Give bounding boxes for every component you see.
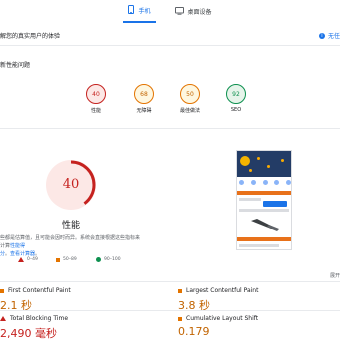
screenshot-deco bbox=[257, 157, 260, 160]
category-best-practices[interactable]: 50 最佳做法 bbox=[170, 84, 210, 114]
performance-description: 些都是估算值，且可能会因时而异。系统会直接根据这些指标来计算性能得 分。查看计算… bbox=[0, 234, 142, 258]
screenshot-icon-row bbox=[239, 180, 291, 185]
metric-cls-value: 0.179 bbox=[178, 325, 210, 338]
legend-good-range: 90–100 bbox=[104, 257, 121, 262]
metric-lcp-label: Largest Contentful Paint bbox=[186, 287, 259, 294]
screenshot-line bbox=[239, 244, 279, 247]
average-square-icon bbox=[178, 316, 182, 321]
score-link[interactable]: 性能得 bbox=[10, 243, 25, 249]
tab-desktop-label: 桌面设备 bbox=[187, 9, 212, 16]
legend-good: 90–100 bbox=[96, 257, 121, 262]
category-accessibility[interactable]: 68 无障碍 bbox=[124, 84, 164, 114]
average-square-icon bbox=[178, 288, 182, 293]
metric-fcp-label: First Contentful Paint bbox=[8, 287, 71, 294]
square-icon bbox=[56, 257, 60, 262]
legend-poor: 0–49 bbox=[18, 257, 38, 262]
gauge-best-practices: 50 bbox=[180, 84, 200, 104]
category-performance[interactable]: 40 性能 bbox=[76, 84, 116, 114]
screenshot-line bbox=[239, 209, 289, 212]
page-screenshot-thumbnail[interactable] bbox=[236, 150, 292, 250]
screenshot-deco bbox=[249, 169, 252, 172]
crux-banner: 解您的真实用户的体验 i 无任 bbox=[0, 26, 340, 46]
info-icon: i bbox=[318, 32, 325, 39]
expand-view-link[interactable]: 展开 bbox=[330, 272, 340, 279]
banner-link-label: 无任 bbox=[327, 33, 340, 40]
desktop-icon bbox=[174, 6, 184, 17]
screenshot-deco bbox=[281, 159, 284, 162]
diagnose-section-title: 新性能问题 bbox=[0, 62, 31, 69]
metric-tbt-value: 2,490 毫秒 bbox=[0, 327, 57, 340]
banner-link[interactable]: i 无任 bbox=[318, 31, 340, 40]
circle-icon bbox=[96, 257, 101, 262]
tab-mobile[interactable]: 手机 bbox=[123, 0, 156, 23]
average-square-icon bbox=[0, 288, 4, 293]
screenshot-line bbox=[239, 198, 261, 201]
metric-cls: Cumulative Layout Shift 0.179 bbox=[178, 315, 258, 338]
legend-average-range: 50–89 bbox=[63, 257, 77, 262]
category-seo[interactable]: 92 SEO bbox=[216, 84, 256, 113]
metric-cls-label: Cumulative Layout Shift bbox=[186, 315, 259, 322]
mobile-phone-icon bbox=[128, 5, 135, 16]
category-label-best-practices: 最佳做法 bbox=[179, 108, 200, 114]
poor-triangle-icon bbox=[0, 316, 6, 321]
divider bbox=[0, 128, 340, 129]
performance-gauge: 40 bbox=[46, 160, 96, 210]
metric-tbt-label: Total Blocking Time bbox=[10, 315, 69, 322]
category-label-performance: 性能 bbox=[90, 108, 101, 114]
tab-desktop[interactable]: 桌面设备 bbox=[170, 0, 217, 23]
performance-title: 性能 bbox=[61, 221, 80, 231]
gauge-performance: 40 bbox=[86, 84, 106, 104]
device-tabs: 手机 桌面设备 bbox=[0, 0, 340, 24]
performance-score: 40 bbox=[62, 177, 80, 192]
screenshot-bar bbox=[237, 191, 291, 195]
tab-mobile-label: 手机 bbox=[138, 8, 151, 15]
gauge-seo: 92 bbox=[226, 84, 246, 104]
gauge-accessibility: 68 bbox=[134, 84, 154, 104]
divider bbox=[0, 310, 340, 311]
metric-tbt: Total Blocking Time 2,490 毫秒 bbox=[0, 315, 68, 340]
legend-poor-range: 0–49 bbox=[27, 257, 38, 262]
divider bbox=[0, 281, 340, 282]
banner-text: 解您的真实用户的体验 bbox=[0, 33, 61, 40]
legend-average: 50–89 bbox=[56, 257, 77, 262]
screenshot-logo bbox=[240, 156, 250, 166]
screenshot-button bbox=[263, 201, 287, 207]
screenshot-bar bbox=[237, 237, 291, 241]
category-label-accessibility: 无障碍 bbox=[136, 108, 152, 114]
category-label-seo: SEO bbox=[230, 107, 242, 113]
screenshot-product-image bbox=[251, 219, 279, 231]
triangle-icon bbox=[18, 257, 24, 262]
screenshot-header bbox=[237, 151, 291, 177]
screenshot-deco bbox=[267, 165, 270, 168]
